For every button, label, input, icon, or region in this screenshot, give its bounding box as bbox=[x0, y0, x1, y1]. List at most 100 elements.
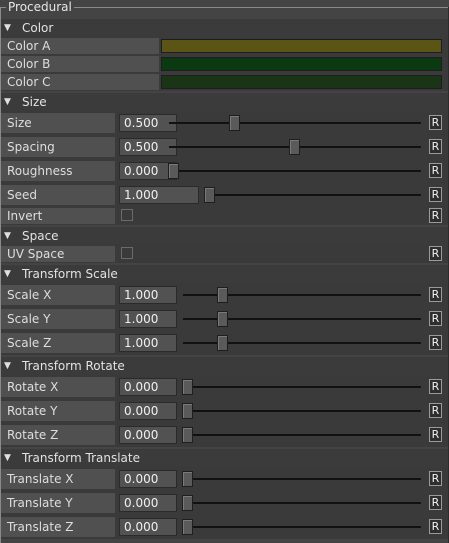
scale-x-slider-handle[interactable] bbox=[217, 287, 228, 303]
uv-space-checkbox[interactable] bbox=[121, 247, 133, 259]
translate-y-slider-handle[interactable] bbox=[182, 495, 193, 511]
expand-triangle-icon: ▼ bbox=[4, 269, 11, 279]
color-b-label: Color B bbox=[7, 57, 51, 71]
invert-row: Invert R bbox=[1, 207, 448, 225]
scale-x-value-field[interactable]: 1.000 bbox=[119, 286, 177, 304]
scale-y-reset-button[interactable]: R bbox=[429, 311, 442, 326]
seed-slider-handle[interactable] bbox=[204, 187, 215, 203]
rotate-y-value-field[interactable]: 0.000 bbox=[119, 402, 177, 420]
rotate-z-slider-track[interactable] bbox=[183, 434, 421, 436]
section-header-transform-translate[interactable]: ▼ Transform Translate bbox=[1, 449, 448, 467]
scale-z-row: Scale Z 1.000 R bbox=[1, 331, 448, 355]
rotate-z-row: Rotate Z 0.000 R bbox=[1, 423, 448, 447]
expand-triangle-icon: ▼ bbox=[4, 23, 11, 33]
translate-y-reset-button[interactable]: R bbox=[429, 495, 442, 510]
translate-z-reset-button[interactable]: R bbox=[429, 519, 442, 534]
section-title: Space bbox=[22, 229, 59, 243]
roughness-reset-button[interactable]: R bbox=[429, 163, 442, 178]
scale-z-label: Scale Z bbox=[7, 336, 52, 350]
color-b-swatch[interactable] bbox=[161, 57, 442, 71]
spacing-row: Spacing 0.500 R bbox=[1, 135, 448, 159]
size-reset-button[interactable]: R bbox=[429, 115, 442, 130]
rotate-y-slider-handle[interactable] bbox=[182, 403, 193, 419]
seed-reset-button[interactable]: R bbox=[429, 187, 442, 202]
translate-y-value-field[interactable]: 0.000 bbox=[119, 494, 177, 512]
scale-y-label: Scale Y bbox=[7, 312, 51, 326]
translate-x-reset-button[interactable]: R bbox=[429, 471, 442, 486]
section-header-size[interactable]: ▼ Size bbox=[1, 93, 448, 111]
section-title: Transform Scale bbox=[22, 267, 118, 281]
color-c-label: Color C bbox=[7, 75, 51, 89]
section-header-color[interactable]: ▼ Color bbox=[1, 19, 448, 37]
translate-x-label: Translate X bbox=[7, 472, 74, 486]
panel-content: ▼ Color Color A Color B Color C ▼ Size S… bbox=[1, 16, 448, 539]
translate-z-slider-handle[interactable] bbox=[182, 519, 193, 535]
expand-triangle-icon: ▼ bbox=[4, 453, 11, 463]
roughness-slider-handle[interactable] bbox=[168, 163, 179, 179]
scale-z-value-field[interactable]: 1.000 bbox=[119, 334, 177, 352]
rotate-y-slider-track[interactable] bbox=[183, 410, 421, 412]
panel-title: Procedural bbox=[6, 0, 74, 14]
section-title: Transform Translate bbox=[22, 451, 140, 465]
scale-z-reset-button[interactable]: R bbox=[429, 335, 442, 350]
translate-x-slider-handle[interactable] bbox=[182, 471, 193, 487]
spacing-slider-handle[interactable] bbox=[289, 139, 300, 155]
roughness-label: Roughness bbox=[7, 164, 73, 178]
section-header-transform-scale[interactable]: ▼ Transform Scale bbox=[1, 265, 448, 283]
uv-space-label: UV Space bbox=[7, 247, 65, 261]
translate-y-slider-track[interactable] bbox=[183, 502, 421, 504]
translate-y-label: Translate Y bbox=[7, 496, 73, 510]
section-header-space[interactable]: ▼ Space bbox=[1, 227, 448, 245]
seed-label: Seed bbox=[7, 188, 37, 202]
color-b-row: Color B bbox=[1, 55, 448, 73]
rotate-x-label: Rotate X bbox=[7, 380, 59, 394]
color-a-swatch[interactable] bbox=[161, 39, 442, 53]
rotate-x-value-field[interactable]: 0.000 bbox=[119, 378, 177, 396]
seed-slider-track[interactable] bbox=[205, 194, 421, 196]
invert-reset-button[interactable]: R bbox=[429, 208, 442, 223]
size-label: Size bbox=[7, 116, 32, 130]
color-c-swatch[interactable] bbox=[161, 75, 442, 89]
invert-label: Invert bbox=[7, 209, 43, 223]
scale-y-row: Scale Y 1.000 R bbox=[1, 307, 448, 331]
rotate-y-label: Rotate Y bbox=[7, 404, 58, 418]
translate-z-value-field[interactable]: 0.000 bbox=[119, 518, 177, 536]
seed-row: Seed 1.000 R bbox=[1, 183, 448, 207]
scale-y-value-field[interactable]: 1.000 bbox=[119, 310, 177, 328]
rotate-z-value-field[interactable]: 0.000 bbox=[119, 426, 177, 444]
section-header-transform-rotate[interactable]: ▼ Transform Rotate bbox=[1, 357, 448, 375]
uv-space-reset-button[interactable]: R bbox=[429, 246, 442, 261]
scale-z-slider-handle[interactable] bbox=[217, 335, 228, 351]
expand-triangle-icon: ▼ bbox=[4, 361, 11, 371]
scale-x-label: Scale X bbox=[7, 288, 52, 302]
section-title: Color bbox=[22, 21, 54, 35]
size-slider-handle[interactable] bbox=[228, 115, 240, 131]
procedural-panel: Procedural ▼ Color Color A Color B Color… bbox=[0, 0, 449, 543]
size-slider-track[interactable] bbox=[169, 122, 421, 124]
section-title: Size bbox=[22, 95, 47, 109]
spacing-reset-button[interactable]: R bbox=[429, 139, 442, 154]
rotate-x-row: Rotate X 0.000 R bbox=[1, 375, 448, 399]
rotate-y-reset-button[interactable]: R bbox=[429, 403, 442, 418]
roughness-row: Roughness 0.000 R bbox=[1, 159, 448, 183]
roughness-slider-track[interactable] bbox=[169, 170, 421, 172]
rotate-x-slider-handle[interactable] bbox=[182, 379, 193, 395]
invert-checkbox[interactable] bbox=[121, 209, 133, 221]
rotate-y-row: Rotate Y 0.000 R bbox=[1, 399, 448, 423]
color-c-row: Color C bbox=[1, 73, 448, 91]
rotate-z-slider-handle[interactable] bbox=[182, 427, 193, 443]
rotate-z-reset-button[interactable]: R bbox=[429, 427, 442, 442]
section-title: Transform Rotate bbox=[22, 359, 125, 373]
translate-z-row: Translate Z 0.000 R bbox=[1, 515, 448, 539]
size-row: Size 0.500 R bbox=[1, 111, 448, 135]
translate-z-slider-track[interactable] bbox=[183, 526, 421, 528]
rotate-x-slider-track[interactable] bbox=[183, 386, 421, 388]
uv-space-row: UV Space R bbox=[1, 245, 448, 263]
translate-x-value-field[interactable]: 0.000 bbox=[119, 470, 177, 488]
translate-x-slider-track[interactable] bbox=[183, 478, 421, 480]
scale-y-slider-handle[interactable] bbox=[217, 311, 228, 327]
rotate-x-reset-button[interactable]: R bbox=[429, 379, 442, 394]
scale-x-row: Scale X 1.000 R bbox=[1, 283, 448, 307]
scale-x-reset-button[interactable]: R bbox=[429, 287, 442, 302]
seed-value-field[interactable]: 1.000 bbox=[119, 186, 199, 204]
